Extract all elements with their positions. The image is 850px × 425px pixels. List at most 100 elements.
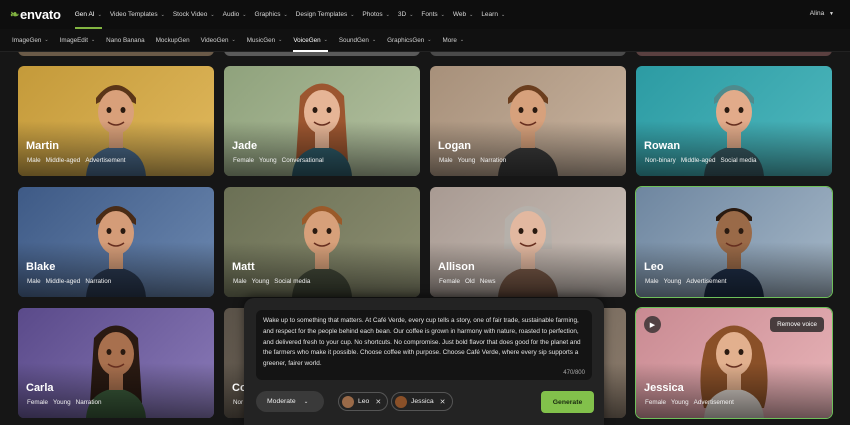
voice-tag: Narration (480, 157, 507, 164)
leaf-icon: ❧ (10, 9, 20, 21)
card-shade (636, 242, 832, 297)
voice-tags: Female Young Conversational (233, 157, 329, 164)
subnav-item-more[interactable]: More ⌄ (442, 29, 464, 52)
chevron-down-icon: ⌄ (350, 11, 355, 18)
chevron-down-icon: ⌄ (44, 37, 49, 43)
tone-dropdown[interactable]: Moderate ⌄ (256, 391, 324, 412)
voice-tags: Male Middle-aged Advertisement (27, 157, 131, 164)
nav-item-graphics[interactable]: Graphics ⌄ (254, 0, 287, 29)
voice-name: Martin (26, 140, 59, 152)
voice-tag: Advertisement (85, 157, 126, 164)
generate-label: Generate (552, 398, 583, 406)
chevron-down-icon: ⌄ (459, 37, 465, 43)
nav-item-audio[interactable]: Audio ⌄ (223, 0, 247, 29)
voice-card-allison[interactable]: Allison Female Old News (430, 187, 626, 297)
voice-card-martin[interactable]: Martin Male Middle-aged Advertisement (18, 66, 214, 176)
user-name: Alina (809, 10, 825, 17)
voice-tag: News (479, 278, 496, 285)
nav-item-gen-ai[interactable]: Gen AI ⌄ (74, 0, 102, 29)
generate-button[interactable]: Generate (541, 391, 594, 413)
user-menu[interactable]: Alina ▼ (810, 10, 834, 17)
top-nav-items: Gen AI ⌄ Video Templates ⌄ Stock Video ⌄ Audio… (74, 0, 513, 29)
voice-chip-leo[interactable]: Leo ✕ (338, 392, 389, 411)
voice-name: Matt (232, 261, 255, 273)
nav-item-photos[interactable]: Photos ⌄ (362, 0, 389, 29)
voice-name: Logan (438, 140, 471, 152)
voice-card-logan[interactable]: Logan Male Young Narration (430, 66, 626, 176)
nav-item-design-templates[interactable]: Design Templates ⌄ (296, 0, 355, 29)
subnav-item-graphicsgen[interactable]: GraphicsGen ⌄ (387, 29, 431, 52)
nav-label: Fonts (421, 11, 438, 18)
voice-card-jade[interactable]: Jade Female Young Conversational (224, 66, 420, 176)
play-icon[interactable]: ▶ (644, 316, 661, 333)
subnav-item-mockupgen[interactable]: MockupGen (156, 29, 190, 52)
voice-tag: Young (53, 399, 71, 406)
voice-tag: Advertisement (686, 278, 727, 285)
voice-tag: Young (259, 157, 277, 164)
previous-row-card (18, 52, 214, 56)
voice-name: Carla (26, 382, 54, 394)
chevron-down-icon: ⌄ (242, 11, 247, 18)
subnav-label: Nano Banana (106, 36, 145, 44)
avatar (395, 395, 407, 408)
nav-item-learn[interactable]: Learn ⌄ (481, 0, 505, 29)
nav-label: 3D (397, 11, 407, 18)
subnav-item-imageedit[interactable]: ImageEdit ⌄ (60, 29, 96, 52)
voice-tag: Male (233, 278, 247, 285)
voice-card-carla[interactable]: Carla Female Young Narration (18, 308, 214, 418)
subnav-label: MusicGen (246, 36, 276, 44)
close-icon[interactable]: ✕ (440, 398, 446, 406)
nav-label: Stock Video (172, 11, 208, 18)
chevron-down-icon: ⌄ (231, 37, 236, 43)
voice-name: Allison (438, 261, 475, 273)
voice-tag: Advertisement (693, 399, 734, 406)
nav-item-3d[interactable]: 3D ⌄ (398, 0, 414, 29)
voice-tags: Male Young Advertisement (645, 278, 732, 285)
voice-card-matt[interactable]: Matt Male Young Social media (224, 187, 420, 297)
subnav-item-videogen[interactable]: VideoGen ⌄ (201, 29, 236, 52)
nav-item-stock-video[interactable]: Stock Video ⌄ (173, 0, 215, 29)
nav-item-fonts[interactable]: Fonts ⌄ (421, 0, 444, 29)
voice-tag: Female (439, 278, 460, 285)
voice-chip-jessica[interactable]: Jessica ✕ (391, 392, 453, 411)
previous-row-card (636, 52, 832, 56)
remove-voice-button[interactable]: Remove voice (770, 317, 824, 332)
nav-item-video-templates[interactable]: Video Templates ⌄ (110, 0, 165, 29)
voice-tag: Male (645, 278, 659, 285)
close-icon[interactable]: ✕ (375, 398, 381, 406)
voice-tag: Social media (274, 278, 311, 285)
voice-tag: Non-binary (645, 157, 676, 164)
voice-tag: Middle-aged (45, 278, 81, 285)
nav-label: Design Templates (295, 11, 348, 18)
nav-label: Photos (362, 11, 383, 18)
script-textarea[interactable]: Wake up to something that matters. At Ca… (256, 310, 592, 380)
subnav-label: VoiceGen (293, 36, 321, 44)
chevron-down-icon: ⌄ (97, 11, 102, 18)
voice-card-jessica[interactable]: Jessica Female Young Advertisement ▶ Remove v… (635, 307, 833, 419)
voice-card-leo[interactable]: Leo Male Young Advertisement (635, 186, 833, 298)
voice-tag: Male (439, 157, 453, 164)
subnav-item-imagegen[interactable]: ImageGen ⌄ (12, 29, 49, 52)
voice-tag: Young (671, 399, 689, 406)
avatar (342, 395, 354, 408)
subnav-item-musicgen[interactable]: MusicGen ⌄ (247, 29, 283, 52)
chip-label: Leo (358, 398, 370, 405)
top-navigation: ❧ envato Gen AI ⌄ Video Templates ⌄ Stock Vi… (0, 0, 850, 29)
voice-name: Jade (232, 140, 258, 152)
subnav-item-voicegen[interactable]: VoiceGen ⌄ (293, 29, 328, 52)
subnav-label: SoundGen (338, 36, 369, 44)
nav-item-web[interactable]: Web ⌄ (453, 0, 473, 29)
subnav-label: More (442, 36, 457, 44)
chevron-down-icon: ⌄ (210, 11, 215, 18)
chevron-down-icon: ⌄ (303, 398, 309, 405)
voice-card-rowan[interactable]: Rowan Non-binary Middle-aged Social media (636, 66, 832, 176)
voice-tag: Narration (85, 278, 112, 285)
subnav-item-nano-banana[interactable]: Nano Banana (106, 29, 145, 52)
subnav-item-soundgen[interactable]: SoundGen ⌄ (339, 29, 376, 52)
subnav-label: ImageGen (12, 36, 42, 44)
chevron-down-icon: ⌄ (500, 11, 506, 18)
envato-logo[interactable]: ❧ envato (10, 7, 61, 22)
chevron-down-icon: ⌄ (469, 11, 474, 18)
voice-tag: Narration (75, 399, 102, 406)
voice-card-blake[interactable]: Blake Male Middle-aged Narration (18, 187, 214, 297)
